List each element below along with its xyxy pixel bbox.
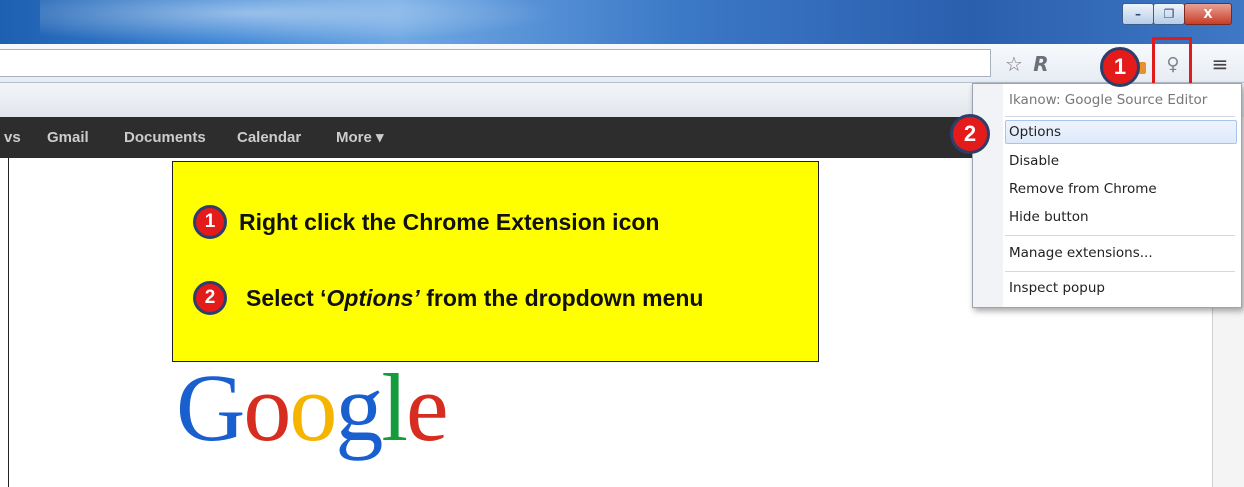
callout-step-2: 2 Select ‘Options’ from the dropdown men… [193, 281, 703, 315]
logo-letter: G [176, 354, 245, 461]
step-2-text: Select ‘Options’ from the dropdown menu [246, 285, 703, 312]
restore-button[interactable]: ❐ [1153, 3, 1185, 25]
step-1-text: Right click the Chrome Extension icon [239, 208, 660, 235]
r-extension-icon[interactable]: R [1028, 51, 1054, 77]
chrome-menu-icon[interactable]: ≡ [1210, 51, 1230, 77]
omnibox[interactable] [0, 49, 991, 77]
menu-item-remove[interactable]: Remove from Chrome [1009, 181, 1157, 197]
logo-letter: e [406, 354, 449, 461]
page-border [8, 158, 9, 487]
step-1-badge: 1 [193, 205, 227, 239]
logo-letter: g [335, 354, 383, 461]
window-controls: – ❐ X [1122, 3, 1232, 25]
menu-item-manage-extensions[interactable]: Manage extensions... [1009, 245, 1153, 261]
annotation-badge-2: 2 [950, 114, 990, 154]
logo-letter: o [243, 354, 291, 461]
gbar-item-more[interactable]: More ▾ [336, 117, 384, 158]
menu-item-options[interactable]: Options [1009, 124, 1061, 140]
close-button[interactable]: X [1184, 3, 1232, 25]
step-2-text-options: Options’ [326, 284, 420, 311]
step-2-text-pre: Select ‘ [246, 284, 327, 311]
extension-highlight-box [1152, 37, 1192, 88]
minimize-button[interactable]: – [1122, 3, 1154, 25]
titlebar-glow [40, 0, 560, 44]
logo-letter: l [381, 354, 408, 461]
gbar-item-calendar[interactable]: Calendar [237, 117, 301, 158]
menu-item-hide-button[interactable]: Hide button [1009, 209, 1089, 225]
annotation-badge-1: 1 [1100, 47, 1140, 87]
gbar-item-documents[interactable]: Documents [124, 117, 206, 158]
gbar-item-news[interactable]: vs [4, 117, 21, 158]
bookmark-star-icon[interactable]: ☆ [1003, 51, 1025, 77]
menu-title: Ikanow: Google Source Editor [1009, 92, 1208, 108]
step-2-badge: 2 [193, 281, 227, 315]
menu-item-inspect-popup[interactable]: Inspect popup [1009, 280, 1105, 296]
gbar-item-gmail[interactable]: Gmail [47, 117, 89, 158]
browser-toolbar [0, 44, 1244, 83]
extension-context-menu: Ikanow: Google Source Editor Options Dis… [972, 83, 1242, 308]
window-titlebar: – ❐ X [0, 0, 1244, 44]
step-2-text-post: from the dropdown menu [419, 284, 704, 311]
callout-step-1: 1 Right click the Chrome Extension icon [193, 205, 659, 239]
menu-item-disable[interactable]: Disable [1009, 153, 1059, 169]
menu-separator [1005, 271, 1235, 272]
menu-separator [1005, 116, 1235, 117]
instruction-callout: 1 Right click the Chrome Extension icon … [172, 161, 819, 362]
google-logo: Google [176, 354, 449, 461]
logo-letter: o [289, 354, 337, 461]
menu-separator [1005, 235, 1235, 236]
